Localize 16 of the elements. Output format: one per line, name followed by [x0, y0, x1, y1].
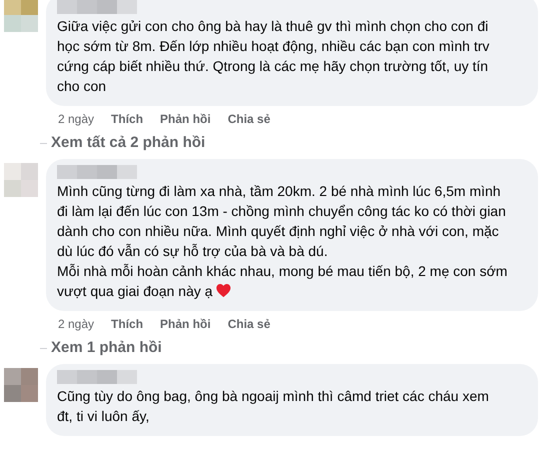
action-link[interactable]: Chia sẻ — [228, 316, 270, 332]
comment-text: Cũng tùy do ông bag, ông bà ngoaij mình thì câmd triet các cháu xem đt, ti vi luôn ấy, — [57, 387, 490, 426]
timestamp: 2 ngày — [58, 316, 94, 332]
timestamp: 2 ngày — [58, 111, 94, 127]
action-link[interactable]: Thích — [111, 316, 144, 332]
action-link[interactable]: Thích — [111, 111, 144, 127]
blurred-avatar — [4, 163, 38, 197]
view-replies-link[interactable]: Xem tất cả 2 phản hồi — [51, 133, 206, 153]
comment-text: Giữa việc gửi con cho ông bà hay là thuê gv thì mình chọn cho con đi học sớm từ 8m. Đến lớp nhiều hoạt động, nhiều các bạn con mình trv cứng cáp biết nhiều thứ. Qtrong là các mẹ hãy chọn trường tốt, uy tín cho con — [57, 17, 490, 96]
comment-text: Mình cũng từng đi làm xa nhà, tầm 20km. 2 bé nhà mình lúc 6,5m mình đi làm lại đến lúc con 13m - chồng mình chuyển công tác ko có thời gian dành cho con nhiều nữa. Mình quyết định nghỉ việc ở nhà với con, mặc dù lúc đó vẫn có sự hỗ trợ của bà và bà dú. Mỗi nhà mỗi hoàn cảnh khác nhau, mong bé mau tiến bộ, 2 mẹ con sớm vượt qua giai đoạn này ạ — [57, 182, 508, 301]
view-replies-link[interactable]: Xem 1 phản hồi — [51, 338, 162, 358]
action-link[interactable]: Phản hồi — [160, 316, 211, 332]
blurred-avatar — [4, 0, 38, 32]
action-link[interactable]: Phản hồi — [160, 111, 211, 127]
action-link[interactable]: Chia sẻ — [228, 111, 270, 127]
blurred-avatar — [4, 368, 38, 402]
